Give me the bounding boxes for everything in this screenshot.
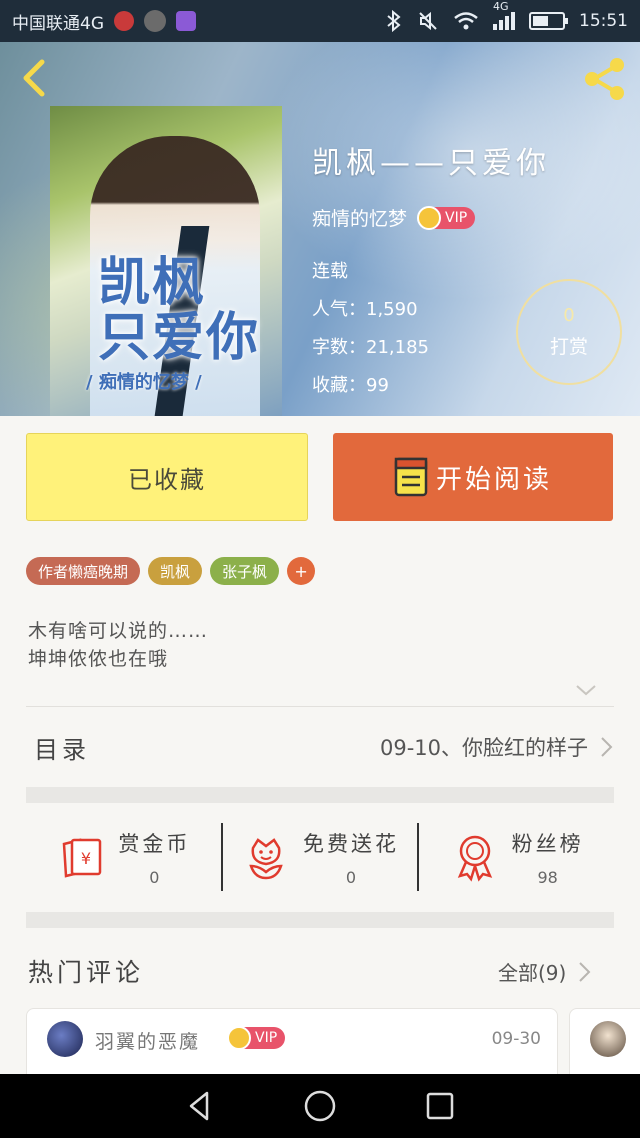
chevron-right-icon [579,961,591,982]
tag-list: 作者懒癌晚期 凯枫 张子枫 + [26,557,316,585]
svg-text:¥: ¥ [81,849,91,868]
tag-item[interactable]: 凯枫 [148,557,203,585]
cover-subtitle: / 痴情的忆梦 / [86,372,202,393]
start-reading-button[interactable]: 开始阅读 [333,433,613,521]
expand-chevron-icon[interactable] [574,680,598,700]
medal-icon [457,835,492,882]
reward-label: 打赏 [549,336,588,358]
vip-badge: VIP [227,1026,286,1050]
clock: 15:51 [579,11,628,31]
comment-username: 羽翼的恶魔 [95,1031,201,1053]
popularity-stat: 人气：1,590 [312,299,418,320]
hot-comments-title: 热门评论 [28,958,145,987]
table-of-contents-row[interactable]: 目录 09-10、你脸红的样子 [26,712,614,782]
toc-label: 目录 [34,735,90,764]
mute-icon [419,11,437,31]
avatar[interactable] [590,1021,626,1057]
collected-button[interactable]: 已收藏 [26,433,308,521]
cover-title: 凯枫 只爱你 [98,252,261,368]
flower-icon [249,838,283,880]
gallery-app-icon [176,11,196,31]
gold-coin-stat[interactable]: ¥ 赏金币 0 [26,820,221,894]
book-cover[interactable]: 凯枫 只爱你 / 痴情的忆梦 / [50,106,282,416]
section-separator [26,912,614,928]
tag-item[interactable]: 张子枫 [210,557,280,585]
crown-icon [417,205,442,230]
system-nav-bar [0,1074,640,1138]
chevron-right-icon [601,737,613,757]
favorites-stat: 收藏：99 [312,375,389,396]
all-comments-link[interactable]: 全部(9) [498,957,592,986]
avatar[interactable] [47,1021,83,1057]
crown-icon [227,1026,251,1050]
battery-icon [529,12,568,30]
status-bar: 中国联通4G 4G 15:51 [0,0,640,42]
carrier-label: 中国联通4G [12,13,104,34]
tag-item[interactable]: 作者懒癌晚期 [26,557,141,585]
start-reading-label: 开始阅读 [435,464,552,495]
reward-button[interactable]: 0 打赏 [516,279,622,385]
vip-badge: VIP [417,205,476,230]
book-info: 凯枫——只爱你 痴情的忆梦 VIP 连载 人气：1,590 字数：21,185 … [312,138,550,405]
wifi-icon [454,12,478,30]
free-flower-stat[interactable]: 免费送花 0 [223,820,418,894]
book-icon [394,457,428,497]
comment-date: 09-30 [491,1029,541,1049]
bluetooth-icon [387,10,401,32]
book-title: 凯枫——只爱你 [312,146,550,181]
book-header: 凯枫 只爱你 / 痴情的忆梦 / 凯枫——只爱你 痴情的忆梦 VIP 连载 人气… [0,42,640,416]
add-tag-button[interactable]: + [287,557,316,585]
notification-avatar-icon [144,10,166,32]
author-name[interactable]: 痴情的忆梦 [312,204,407,231]
back-triangle-icon[interactable] [183,1089,217,1123]
word-count-stat: 字数：21,185 [312,337,429,358]
book-intro: 木有啥可以说的…… 坤坤侬侬也在哦 [28,620,209,670]
book-status: 连载 [312,261,348,282]
section-separator [26,787,614,803]
reward-count: 0 [563,305,575,326]
red-envelope-icon: ¥ [63,838,102,878]
home-circle-icon[interactable] [303,1089,337,1123]
notification-badge-icon [114,11,134,31]
divider [26,706,614,707]
share-icon[interactable] [580,54,630,104]
signal-icon: 4G [493,0,515,30]
recents-square-icon[interactable] [423,1089,457,1123]
stats-row: ¥ 赏金币 0 免费送花 0 粉丝榜 98 [26,820,614,894]
back-button[interactable] [14,56,54,100]
fan-ranking-stat[interactable]: 粉丝榜 98 [419,820,614,894]
latest-chapter: 09-10、你脸红的样子 [379,736,588,760]
